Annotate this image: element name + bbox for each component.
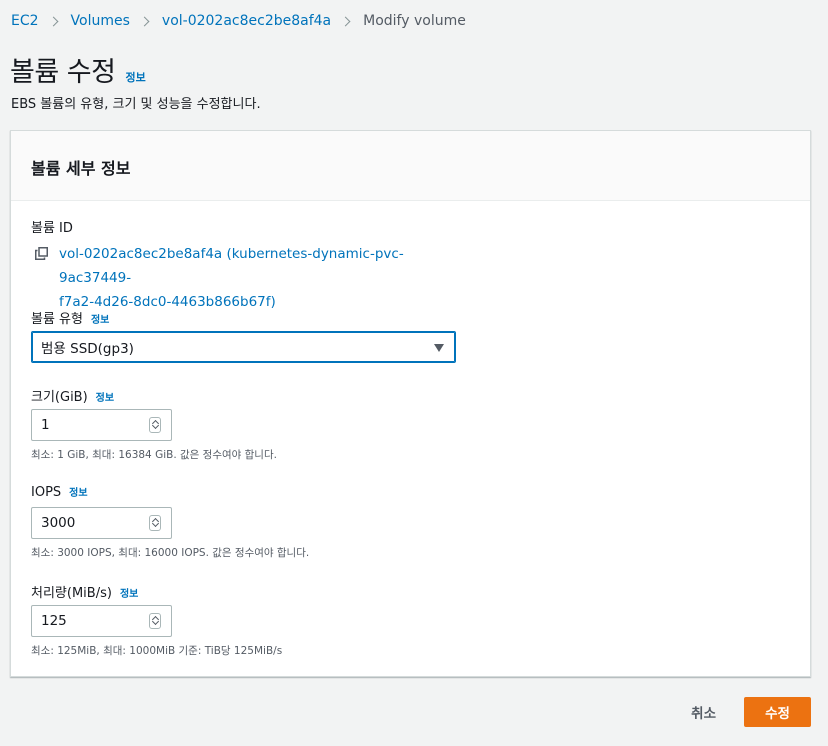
chevron-right-icon <box>340 16 351 26</box>
form-actions: 취소 수정 <box>691 697 811 727</box>
breadcrumb: EC2 Volumes vol-0202ac8ec2be8af4a Modify… <box>11 11 466 31</box>
page-header: 볼륨 수정 정보 <box>10 50 146 89</box>
stepper-icon[interactable] <box>149 613 161 629</box>
volume-id-value: vol-0202ac8ec2be8af4a (kubernetes-dynami… <box>34 242 474 314</box>
size-label: 크기(GiB) 정보 <box>31 386 114 405</box>
breadcrumb-volumes[interactable]: Volumes <box>71 13 130 29</box>
page-title: 볼륨 수정 <box>10 57 116 88</box>
volume-type-selected: 범용 SSD(gp3) <box>41 341 134 357</box>
volume-id-link[interactable]: vol-0202ac8ec2be8af4a (kubernetes-dynami… <box>59 242 474 314</box>
panel-title: 볼륨 세부 정보 <box>31 159 131 178</box>
volume-details-panel: 볼륨 세부 정보 볼륨 ID vol-0202ac8ec2be8af4a (ku… <box>10 130 811 677</box>
stepper-icon[interactable] <box>149 515 161 531</box>
volume-id-line-1: vol-0202ac8ec2be8af4a (kubernetes-dynami… <box>59 246 404 286</box>
throughput-input[interactable]: 125 <box>31 605 172 637</box>
throughput-value: 125 <box>41 613 67 629</box>
breadcrumb-ec2[interactable]: EC2 <box>11 13 39 29</box>
copy-icon[interactable] <box>34 242 54 266</box>
cancel-button[interactable]: 취소 <box>691 702 716 722</box>
throughput-label: 처리량(MiB/s) 정보 <box>31 582 138 601</box>
iops-input[interactable]: 3000 <box>31 507 172 539</box>
iops-label-text: IOPS <box>31 485 62 500</box>
page-info-link[interactable]: 정보 <box>125 69 145 85</box>
panel-header: 볼륨 세부 정보 <box>11 131 810 201</box>
volume-id-label-text: 볼륨 ID <box>31 221 73 236</box>
throughput-label-text: 처리량(MiB/s) <box>31 586 112 601</box>
chevron-right-icon <box>139 16 150 26</box>
size-input[interactable]: 1 <box>31 409 172 441</box>
volume-type-label: 볼륨 유형 정보 <box>31 308 109 327</box>
page-description: EBS 볼륨의 유형, 크기 및 성능을 수정합니다. <box>11 97 261 112</box>
iops-label: IOPS 정보 <box>31 484 88 500</box>
iops-info-link[interactable]: 정보 <box>69 484 87 499</box>
volume-type-select[interactable]: 범용 SSD(gp3) <box>31 331 456 363</box>
stepper-icon[interactable] <box>149 417 161 433</box>
throughput-hint: 최소: 125MiB, 최대: 1000MiB 기준: TiB당 125MiB/… <box>31 645 283 657</box>
iops-value: 3000 <box>41 515 76 531</box>
volume-id-label: 볼륨 ID <box>31 217 73 236</box>
caret-down-icon <box>434 344 444 352</box>
chevron-right-icon <box>48 16 58 26</box>
iops-hint: 최소: 3000 IOPS, 최대: 16000 IOPS. 값은 정수여야 합… <box>31 547 310 559</box>
volume-type-label-text: 볼륨 유형 <box>31 312 83 327</box>
throughput-info-link[interactable]: 정보 <box>120 585 138 600</box>
volume-type-info-link[interactable]: 정보 <box>91 311 109 326</box>
modify-button[interactable]: 수정 <box>744 697 811 727</box>
breadcrumb-volume-id[interactable]: vol-0202ac8ec2be8af4a <box>162 13 331 29</box>
size-value: 1 <box>41 417 50 433</box>
size-label-text: 크기(GiB) <box>31 390 88 405</box>
size-hint: 최소: 1 GiB, 최대: 16384 GiB. 값은 정수여야 합니다. <box>31 449 277 461</box>
breadcrumb-current: Modify volume <box>363 13 466 29</box>
size-info-link[interactable]: 정보 <box>96 389 114 404</box>
